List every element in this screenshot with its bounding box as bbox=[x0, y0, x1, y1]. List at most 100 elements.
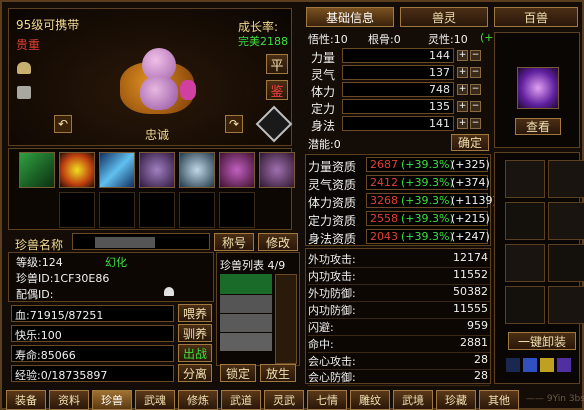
lifespan-bar: 寿命:85066 bbox=[11, 345, 174, 362]
equip-slot[interactable] bbox=[548, 202, 584, 240]
stat-plus-button[interactable]: + bbox=[457, 118, 468, 129]
skill-slot-empty[interactable] bbox=[99, 192, 135, 228]
equip-slot[interactable] bbox=[505, 202, 545, 240]
equip-slot[interactable] bbox=[505, 244, 545, 282]
equip-slot[interactable] bbox=[505, 286, 545, 324]
helmet-icon bbox=[17, 62, 31, 74]
feed-button[interactable]: 喂养 bbox=[178, 304, 212, 322]
buff-icon bbox=[557, 358, 571, 372]
stat-minus-button[interactable]: − bbox=[470, 101, 481, 112]
ping-button[interactable]: 平 bbox=[266, 54, 288, 74]
unequip-all-button[interactable]: 一键卸装 bbox=[508, 332, 576, 350]
stat-value-spirit: 137 bbox=[342, 65, 454, 80]
tab-diaowen[interactable]: 雕纹 bbox=[350, 390, 390, 410]
skill-lightning-icon[interactable] bbox=[99, 152, 135, 188]
tab-beast-spirit[interactable]: 兽灵 bbox=[400, 7, 488, 27]
tab-wuhun[interactable]: 武魂 bbox=[135, 390, 175, 410]
skill-wind-icon[interactable] bbox=[19, 152, 55, 188]
stat-minus-button[interactable]: − bbox=[470, 50, 481, 61]
combat-row: 会心防御: 28 bbox=[308, 369, 490, 386]
stat-label-spirit: 灵气 bbox=[311, 68, 336, 82]
watermark: —— 9Yin 3bs.com bbox=[526, 394, 584, 404]
aptitude-value: 2558 (+39.3%) (+215) bbox=[366, 211, 490, 226]
title-button[interactable]: 称号 bbox=[214, 233, 254, 251]
exp-bar: 经验:0/18735897 bbox=[11, 365, 174, 382]
modify-button[interactable]: 修改 bbox=[258, 233, 298, 251]
pet-list-item[interactable] bbox=[220, 314, 272, 332]
combat-row: 命中: 2881 bbox=[308, 336, 490, 353]
tab-pet[interactable]: 珍兽 bbox=[92, 390, 132, 410]
stat-minus-button[interactable]: − bbox=[470, 118, 481, 129]
pet-sprite bbox=[112, 42, 202, 120]
armor-icon bbox=[17, 86, 31, 99]
stat-plus-button[interactable]: + bbox=[457, 50, 468, 61]
equip-slot[interactable] bbox=[548, 286, 584, 324]
pet-list-title: 珍兽列表 4/9 bbox=[220, 259, 286, 272]
pet-list-item[interactable] bbox=[220, 274, 272, 294]
pet-list-item[interactable] bbox=[220, 295, 272, 313]
stat-plus-button[interactable]: + bbox=[457, 67, 468, 78]
equip-slot[interactable] bbox=[505, 160, 545, 198]
lock-button[interactable]: 锁定 bbox=[220, 364, 256, 382]
stat-value-agility: 141 bbox=[342, 116, 454, 131]
rotate-right-button[interactable]: ↷ bbox=[225, 115, 243, 133]
confirm-button[interactable]: 确定 bbox=[451, 134, 489, 151]
mate-id: 配偶ID: bbox=[16, 288, 54, 301]
skill-ghost-icon[interactable] bbox=[139, 152, 175, 188]
equip-slot[interactable] bbox=[548, 160, 584, 198]
view-button[interactable]: 查看 bbox=[515, 118, 561, 135]
separate-button[interactable]: 分离 bbox=[178, 364, 212, 382]
aptitude-value: 3268 (+39.3%) (+1139) bbox=[366, 193, 497, 208]
buff-icon bbox=[523, 358, 537, 372]
loyalty-label: 忠诚 bbox=[145, 128, 170, 142]
skill-fire-icon[interactable] bbox=[59, 152, 95, 188]
tab-profile[interactable]: 资料 bbox=[49, 390, 89, 410]
skill-demon-icon[interactable] bbox=[219, 152, 255, 188]
stat-minus-button[interactable]: − bbox=[470, 84, 481, 95]
stat-minus-button[interactable]: − bbox=[470, 67, 481, 78]
aptitude-label: 力量资质 bbox=[308, 160, 357, 174]
stat-label-agility: 身法 bbox=[311, 119, 336, 133]
skill-slot-empty[interactable] bbox=[219, 192, 255, 228]
skill-slot-empty[interactable] bbox=[179, 192, 215, 228]
potential-label: 潜能:0 bbox=[308, 138, 341, 151]
stat-plus-button[interactable]: + bbox=[457, 101, 468, 112]
combat-row: 内功攻击: 11552 bbox=[308, 268, 490, 285]
tab-wudao[interactable]: 武道 bbox=[221, 390, 261, 410]
skill-slot-empty[interactable] bbox=[139, 192, 175, 228]
aptitude-label: 灵气资质 bbox=[308, 178, 357, 192]
tab-other[interactable]: 其他 bbox=[479, 390, 519, 410]
aptitude-value: 2043 (+39.3%) (+247) bbox=[366, 229, 490, 244]
aptitude-value: 2687 (+39.3%) (+325) bbox=[366, 157, 490, 172]
tab-equipment[interactable]: 装备 bbox=[6, 390, 46, 410]
hp-bar: 血:71915/87251 bbox=[11, 305, 174, 322]
crystal-item-icon[interactable] bbox=[517, 67, 559, 109]
skill-face-icon[interactable] bbox=[259, 152, 295, 188]
tame-button[interactable]: 驯养 bbox=[178, 324, 212, 342]
tab-lingwu[interactable]: 灵武 bbox=[264, 390, 304, 410]
tab-hundred-beasts[interactable]: 百兽 bbox=[494, 7, 578, 27]
buff-icon bbox=[506, 358, 520, 372]
tab-basic-info[interactable]: 基础信息 bbox=[306, 7, 394, 27]
pet-level-label: 95级可携带 bbox=[16, 18, 80, 32]
pet-list-scrollbar[interactable] bbox=[275, 274, 297, 364]
pet-rarity: 贵重 bbox=[16, 38, 41, 52]
battle-button[interactable]: 出战 bbox=[178, 344, 212, 362]
skill-slot-empty[interactable] bbox=[59, 192, 95, 228]
skill-skull-icon[interactable] bbox=[179, 152, 215, 188]
tab-cultivation[interactable]: 修炼 bbox=[178, 390, 218, 410]
stat-plus-button[interactable]: + bbox=[457, 84, 468, 95]
combat-row: 外功防御: 50382 bbox=[308, 285, 490, 302]
equip-slot[interactable] bbox=[548, 244, 584, 282]
tab-wujing[interactable]: 武境 bbox=[393, 390, 433, 410]
growth-value: 完美2188 bbox=[238, 35, 288, 48]
pet-name-field[interactable] bbox=[72, 233, 210, 250]
tab-collection[interactable]: 珍藏 bbox=[436, 390, 476, 410]
rotate-left-button[interactable]: ↶ bbox=[54, 115, 72, 133]
heart-icon bbox=[164, 287, 174, 296]
release-button[interactable]: 放生 bbox=[260, 364, 296, 382]
tab-qiqing[interactable]: 七情 bbox=[307, 390, 347, 410]
pet-list-item[interactable] bbox=[220, 333, 272, 351]
jian-button[interactable]: 鉴 bbox=[266, 80, 288, 100]
pet-id: 珍兽ID:1CF30E86 bbox=[16, 272, 110, 285]
